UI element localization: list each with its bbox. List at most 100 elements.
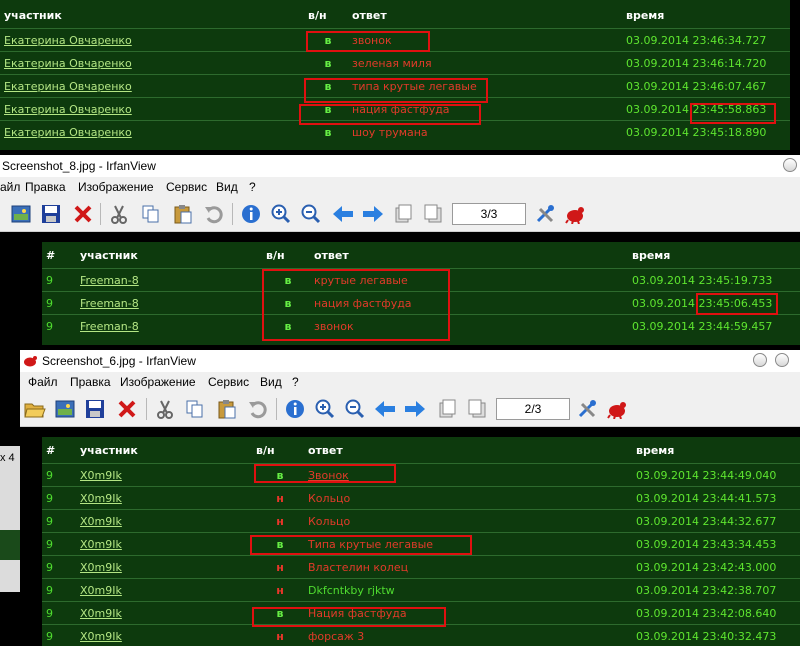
menu-service[interactable]: Сервис: [166, 180, 207, 194]
participant-link[interactable]: Екатерина Овчаренко: [0, 51, 304, 75]
participant-link[interactable]: X0m9Ik: [76, 509, 252, 533]
info-icon[interactable]: [240, 203, 262, 225]
menu-file[interactable]: Файл: [28, 375, 58, 389]
next-icon[interactable]: [362, 203, 384, 225]
undo-icon[interactable]: [202, 203, 224, 225]
first-page-icon[interactable]: [392, 203, 414, 225]
participant-link[interactable]: X0m9Ik: [76, 601, 252, 625]
answer-text: Нация фастфуда: [304, 601, 632, 625]
zoom-out-icon[interactable]: [344, 398, 366, 420]
time-text: 03.09.2014 23:40:32.473: [632, 624, 800, 646]
zoom-in-icon[interactable]: [270, 203, 292, 225]
menu-edit[interactable]: Правка: [25, 180, 66, 194]
background-window-thumb: [0, 530, 20, 560]
yn-value: в: [304, 120, 348, 143]
window-button[interactable]: [783, 158, 797, 172]
first-page-icon[interactable]: [436, 398, 458, 420]
open-folder-icon[interactable]: [24, 398, 46, 420]
menu-view[interactable]: Вид: [260, 375, 282, 389]
info-icon[interactable]: [284, 398, 306, 420]
table-row: 9 X0m9Ik н Dkfcntkby rjktw 03.09.2014 23…: [42, 578, 800, 602]
yn-value: в: [262, 291, 310, 315]
irfanview-logo-icon[interactable]: [564, 203, 586, 225]
previous-icon[interactable]: [374, 398, 396, 420]
top-table-panel: участник в/н ответ время Екатерина Овчар…: [0, 0, 790, 150]
time-text: 03.09.2014 23:44:32.677: [632, 509, 800, 533]
zoom-out-icon[interactable]: [300, 203, 322, 225]
page-indicator-input[interactable]: 2/3: [496, 398, 570, 420]
page-indicator-input[interactable]: 3/3: [452, 203, 526, 225]
paste-icon[interactable]: [216, 398, 238, 420]
menu-help[interactable]: ?: [249, 180, 256, 194]
participant-link[interactable]: Freeman-8: [76, 291, 262, 315]
menu-edit[interactable]: Правка: [70, 375, 111, 389]
thumbnail-icon[interactable]: [10, 203, 32, 225]
participant-link[interactable]: Екатерина Овчаренко: [0, 28, 304, 52]
time-text: 03.09.2014 23:46:34.727: [622, 28, 790, 52]
participant-link[interactable]: X0m9Ik: [76, 463, 252, 487]
zoom-in-icon[interactable]: [314, 398, 336, 420]
answer-text: Кольцо: [304, 509, 632, 533]
participant-link[interactable]: X0m9Ik: [76, 578, 252, 602]
settings-tools-icon[interactable]: [534, 203, 556, 225]
participant-link[interactable]: Екатерина Овчаренко: [0, 74, 304, 98]
irfanview-logo-icon[interactable]: [606, 398, 628, 420]
menu-file[interactable]: айл: [0, 180, 20, 194]
cut-icon[interactable]: [154, 398, 176, 420]
toolbar-separator: [232, 203, 233, 225]
header-yn: в/н: [308, 8, 327, 22]
header-time: время: [636, 443, 675, 457]
header-time: время: [632, 248, 671, 262]
participant-link[interactable]: Екатерина Овчаренко: [0, 120, 304, 143]
yn-value: в: [262, 314, 310, 337]
participant-link[interactable]: Екатерина Овчаренко: [0, 97, 304, 121]
next-icon[interactable]: [404, 398, 426, 420]
menu-help[interactable]: ?: [292, 375, 299, 389]
menu-service[interactable]: Сервис: [208, 375, 249, 389]
menu-image[interactable]: Изображение: [78, 180, 154, 194]
time-text: 03.09.2014 23:45:06.453: [628, 291, 800, 315]
row-num: 9: [42, 486, 76, 510]
answer-text: форсаж 3: [304, 624, 632, 646]
yn-value: в: [252, 601, 304, 625]
table-row: Екатерина Овчаренко в нация фастфуда 03.…: [0, 97, 790, 121]
participant-link[interactable]: X0m9Ik: [76, 624, 252, 646]
header-yn: в/н: [256, 443, 275, 457]
maximize-button[interactable]: [775, 353, 789, 367]
undo-icon[interactable]: [246, 398, 268, 420]
answer-text: нация фастфуда: [348, 97, 622, 121]
row-num: 9: [42, 268, 76, 292]
yn-value: н: [252, 578, 304, 602]
save-icon[interactable]: [40, 203, 62, 225]
previous-icon[interactable]: [332, 203, 354, 225]
answer-text: Звонок: [304, 463, 632, 487]
table-row: Екатерина Овчаренко в шоу трумана 03.09.…: [0, 120, 790, 143]
copy-icon[interactable]: [184, 398, 206, 420]
minimize-button[interactable]: [753, 353, 767, 367]
participant-link[interactable]: X0m9Ik: [76, 486, 252, 510]
participant-link[interactable]: Freeman-8: [76, 268, 262, 292]
row-num: 9: [42, 463, 76, 487]
settings-tools-icon[interactable]: [576, 398, 598, 420]
answer-text: Типа крутые легавые: [304, 532, 632, 556]
yn-value: в: [262, 268, 310, 292]
copy-icon[interactable]: [140, 203, 162, 225]
last-page-icon[interactable]: [422, 203, 444, 225]
thumbnail-icon[interactable]: [54, 398, 76, 420]
delete-icon[interactable]: [72, 203, 94, 225]
table-row: 9 X0m9Ik н форсаж 3 03.09.2014 23:40:32.…: [42, 624, 800, 646]
participant-link[interactable]: Freeman-8: [76, 314, 262, 337]
participant-link[interactable]: X0m9Ik: [76, 532, 252, 556]
participant-link[interactable]: X0m9Ik: [76, 555, 252, 579]
time-text: 03.09.2014 23:44:41.573: [632, 486, 800, 510]
irfanview-title-icon: [24, 356, 37, 367]
paste-icon[interactable]: [172, 203, 194, 225]
cut-icon[interactable]: [108, 203, 130, 225]
yn-value: в: [252, 532, 304, 556]
menu-image[interactable]: Изображение: [120, 375, 196, 389]
save-icon[interactable]: [84, 398, 106, 420]
delete-icon[interactable]: [116, 398, 138, 420]
last-page-icon[interactable]: [466, 398, 488, 420]
menu-bar: айл Правка Изображение Сервис Вид ?: [0, 177, 800, 197]
menu-view[interactable]: Вид: [216, 180, 238, 194]
